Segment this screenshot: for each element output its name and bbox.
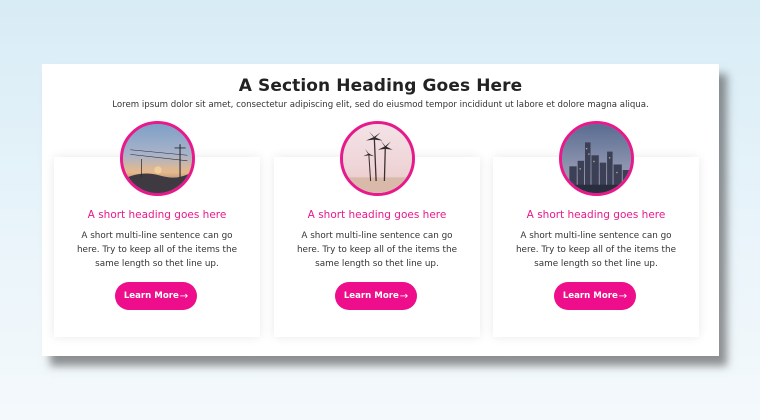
card-image-sunset (120, 121, 195, 196)
palm-trees-photo (343, 124, 412, 193)
card-heading: A short heading goes here (307, 209, 447, 221)
sunset-power-lines-photo (123, 124, 192, 193)
arrow-right-icon: → (179, 290, 189, 302)
learn-more-button[interactable]: Learn More → (115, 282, 197, 310)
card-heading: A short heading goes here (87, 209, 227, 221)
learn-more-label: Learn More (123, 291, 179, 301)
section-subtitle: Lorem ipsum dolor sit amet, consectetur … (112, 100, 649, 110)
learn-more-label: Learn More (562, 291, 618, 301)
learn-more-button[interactable]: Learn More → (335, 282, 417, 310)
arrow-right-icon: → (618, 290, 628, 302)
learn-more-button[interactable]: Learn More → (554, 282, 636, 310)
card-image-palms (340, 121, 415, 196)
section-heading: A Section Heading Goes Here (238, 76, 523, 96)
learn-more-label: Learn More (343, 291, 399, 301)
card-image-city (559, 121, 634, 196)
city-skyline-photo (562, 124, 631, 193)
card-heading: A short heading goes here (526, 209, 666, 221)
card-text: A short multi-line sentence can go here.… (76, 231, 237, 269)
section-panel: A Section Heading Goes Here Lorem ipsum … (42, 64, 719, 356)
card-text: A short multi-line sentence can go here.… (296, 231, 457, 269)
card-text: A short multi-line sentence can go here.… (515, 231, 676, 269)
arrow-right-icon: → (399, 290, 409, 302)
